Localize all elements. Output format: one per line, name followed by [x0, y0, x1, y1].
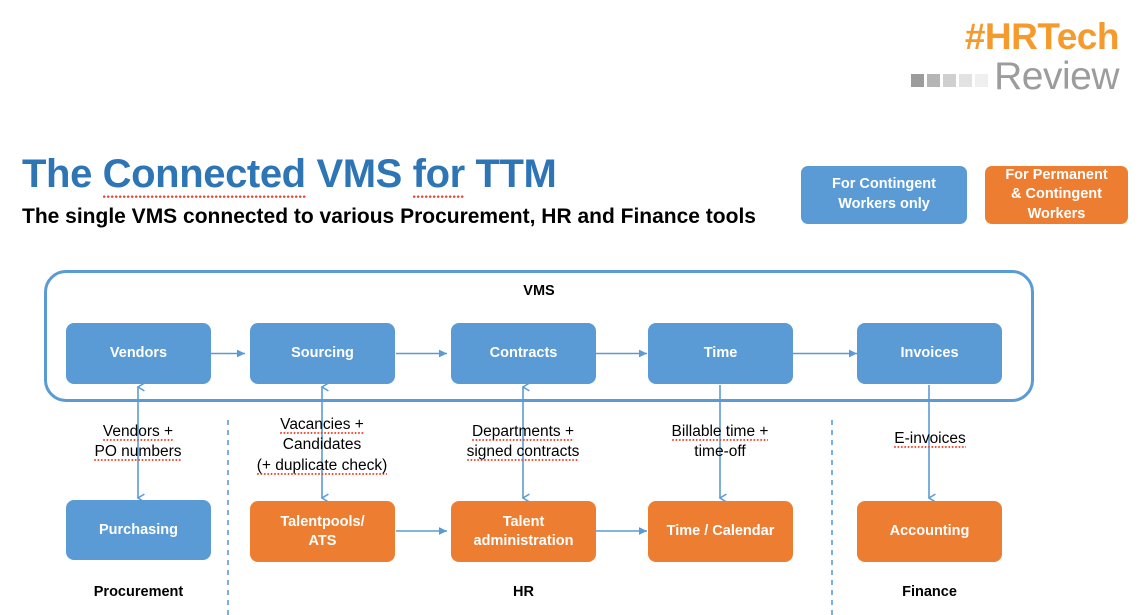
- tool-node-accounting-label: Accounting: [889, 523, 970, 540]
- connector-label-departments-line1: Departments +: [471, 423, 575, 441]
- title-seg-3: VMS: [305, 152, 413, 196]
- vms-node-invoices-label: Invoices: [900, 345, 959, 362]
- tool-node-purchasing-label: Purchasing: [99, 521, 178, 538]
- legend-badge-permanent-line2: & Contingent: [1010, 186, 1102, 203]
- tool-node-time-calendar-label: Time / Calendar: [666, 523, 775, 540]
- vms-node-contracts[interactable]: Contracts: [451, 323, 596, 384]
- title-seg-1: The: [22, 152, 103, 196]
- connector-label-e-invoices: E-invoices: [855, 429, 1005, 449]
- legend-badge-permanent[interactable]: For Permanent & Contingent Workers: [985, 166, 1128, 224]
- vms-node-sourcing[interactable]: Sourcing: [250, 323, 395, 384]
- connector-label-vacancies-candidates: Vacancies + Candidates (+ duplicate chec…: [234, 415, 410, 476]
- hrtech-review-logo: #HRTech Review: [911, 18, 1119, 96]
- legend-badge-permanent-line3: Workers: [1027, 205, 1086, 222]
- tool-node-talentpools-line1: Talentpools/: [280, 514, 365, 531]
- section-label-hr: HR: [513, 584, 534, 600]
- vms-node-vendors-label: Vendors: [109, 345, 168, 362]
- vms-node-time-label: Time: [703, 345, 738, 362]
- logo-hashtag-text: #HRTech: [964, 16, 1120, 57]
- vms-node-invoices[interactable]: Invoices: [857, 323, 1002, 384]
- logo-squares-icon: [911, 74, 989, 87]
- vms-node-contracts-label: Contracts: [489, 345, 558, 362]
- vms-node-time[interactable]: Time: [648, 323, 793, 384]
- title-seg-5: TTM: [464, 152, 557, 196]
- tool-node-purchasing[interactable]: Purchasing: [66, 500, 211, 560]
- connector-label-departments-contracts: Departments + signed contracts: [443, 422, 603, 463]
- page-title: The Connected VMS for TTM: [22, 152, 557, 198]
- tool-node-talentpools-line2: ATS: [308, 532, 337, 549]
- slide-canvas: #HRTech Review The Connected VMS for TTM…: [0, 0, 1141, 615]
- connector-label-vacancies-line3: (+ duplicate check): [256, 456, 388, 475]
- legend-badge-contingent[interactable]: For Contingent Workers only: [801, 166, 967, 224]
- connector-label-departments-line2: signed contracts: [466, 443, 580, 462]
- legend-group: For Contingent Workers only For Permanen…: [801, 166, 1128, 224]
- tool-node-talent-admin-line2: administration: [473, 532, 574, 549]
- logo-review-text: Review: [994, 55, 1119, 98]
- section-label-finance: Finance: [902, 584, 957, 600]
- tool-node-talent-admin-line1: Talent: [502, 514, 545, 531]
- tool-node-accounting[interactable]: Accounting: [857, 501, 1002, 562]
- connector-label-billable-line1: Billable time +: [671, 423, 769, 441]
- page-subtitle: The single VMS connected to various Proc…: [22, 205, 756, 228]
- title-seg-4: for: [412, 152, 465, 198]
- title-seg-2: Connected: [102, 152, 306, 198]
- legend-badge-contingent-line2: Workers only: [838, 196, 930, 212]
- legend-badge-contingent-line1: For Contingent: [832, 176, 936, 193]
- connector-label-vendors-po-line2: PO numbers: [94, 443, 182, 462]
- connector-label-billable-time: Billable time + time-off: [645, 422, 795, 463]
- legend-badge-permanent-line1: For Permanent: [1005, 166, 1108, 183]
- vms-node-sourcing-label: Sourcing: [291, 345, 354, 362]
- connector-label-e-invoices-line1: E-invoices: [894, 430, 966, 448]
- tool-node-talent-administration[interactable]: Talent administration: [451, 501, 596, 562]
- vms-node-vendors[interactable]: Vendors: [66, 323, 211, 384]
- connector-label-billable-line2: time-off: [694, 443, 746, 461]
- section-label-procurement: Procurement: [93, 584, 184, 600]
- tool-node-talentpools-ats[interactable]: Talentpools/ ATS: [250, 501, 395, 562]
- connector-label-vacancies-line2: Candidates: [282, 436, 362, 454]
- connector-label-vendors-po: Vendors + PO numbers: [63, 422, 213, 463]
- tool-node-time-calendar[interactable]: Time / Calendar: [648, 501, 793, 562]
- connector-label-vacancies-line1: Vacancies +: [280, 416, 364, 434]
- connector-label-vendors-po-line1: Vendors +: [102, 423, 174, 441]
- vms-container-label: VMS: [523, 283, 555, 299]
